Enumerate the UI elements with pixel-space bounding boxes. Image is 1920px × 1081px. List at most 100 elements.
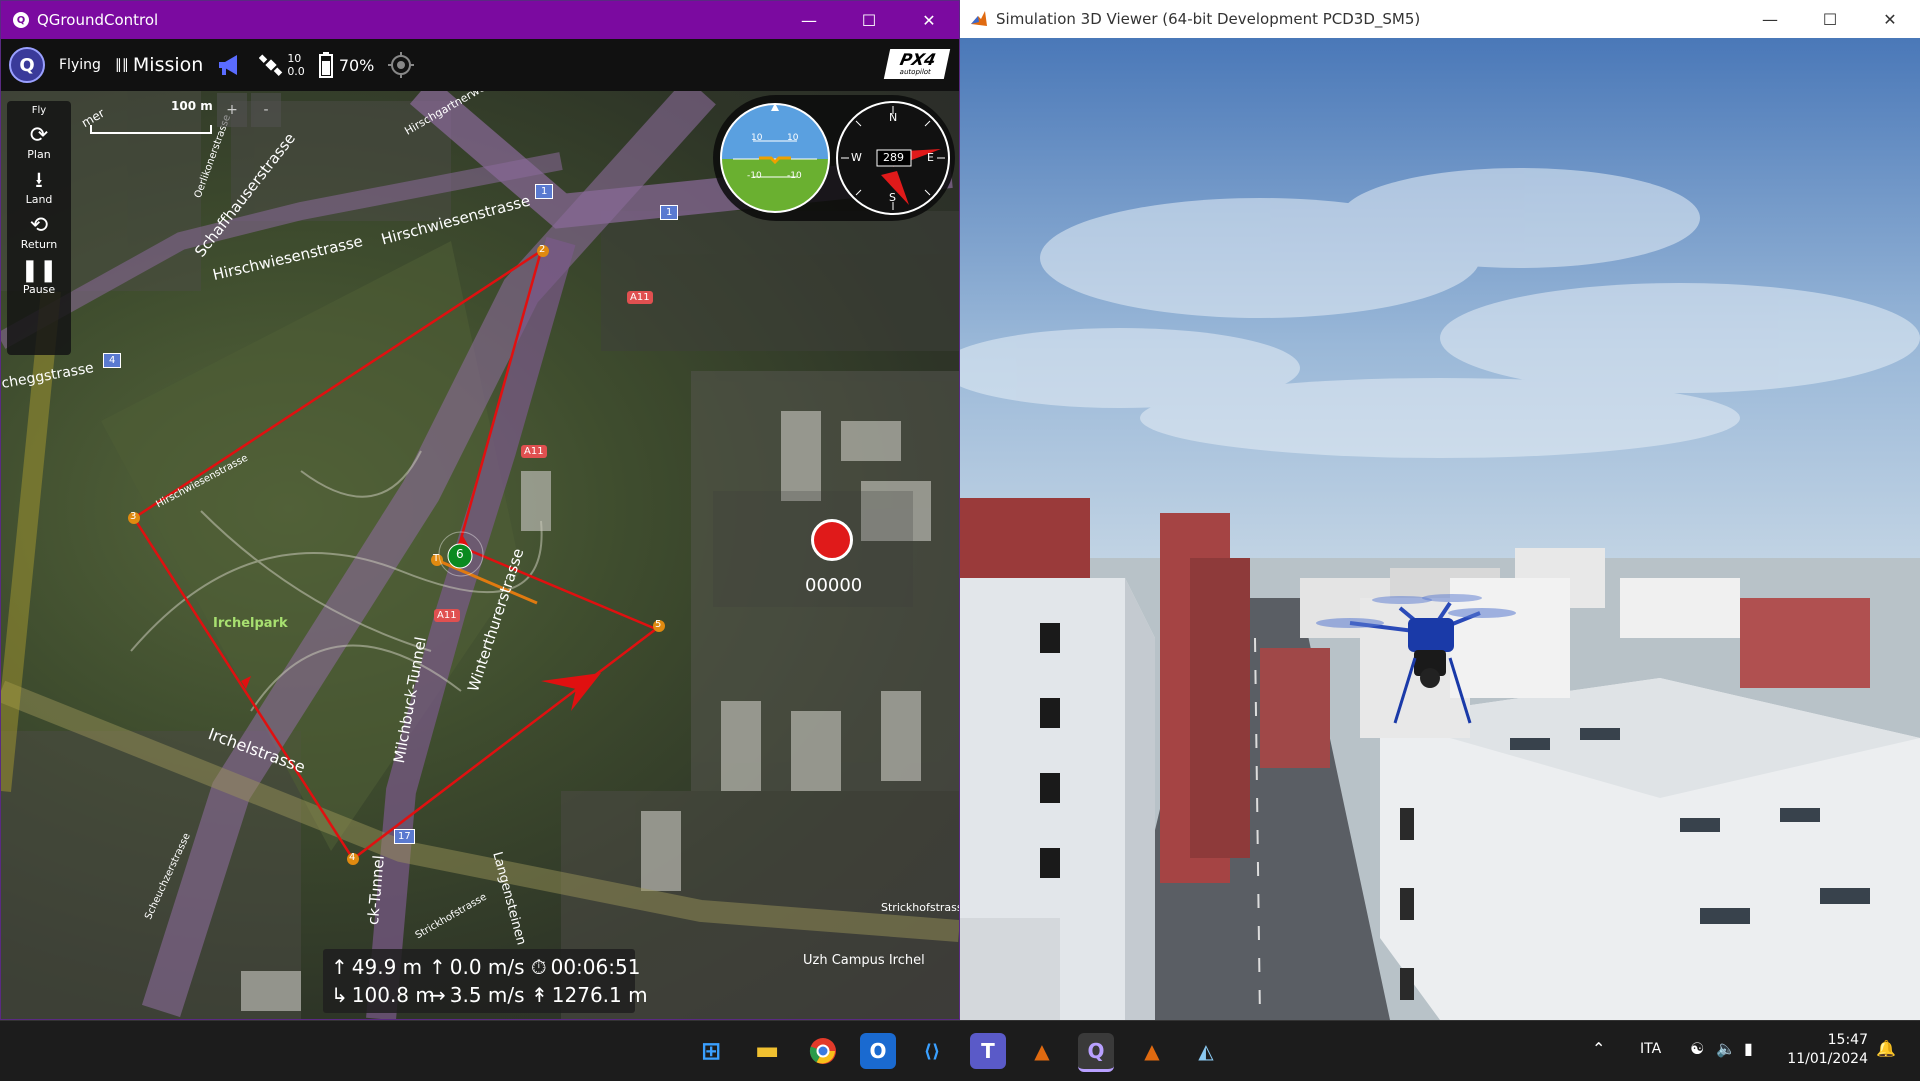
plan-icon: ⟳: [29, 123, 49, 148]
map-label: Uzh Campus Irchel: [803, 953, 925, 968]
matlab-icon: [971, 11, 987, 26]
messages-button[interactable]: [217, 53, 245, 77]
hspeed-value: → 3.5 m/s: [429, 983, 525, 1007]
qgc-titlebar[interactable]: Q QGroundControl — ☐ ✕: [1, 1, 959, 39]
compass-w: W: [851, 151, 862, 164]
file-explorer-icon[interactable]: ▬: [749, 1033, 785, 1069]
road-shield: A11: [627, 291, 653, 304]
speaker-icon[interactable]: 🔈: [1716, 1039, 1736, 1058]
maximize-button[interactable]: ☐: [1800, 0, 1860, 38]
minimize-button[interactable]: —: [779, 1, 839, 39]
compass-n: N: [889, 111, 898, 124]
resource-monitor-icon[interactable]: ◭: [1188, 1033, 1224, 1069]
sim-titlebar[interactable]: Simulation 3D Viewer (64-bit Development…: [960, 0, 1920, 39]
notification-bell-icon[interactable]: 🔔: [1876, 1039, 1896, 1058]
return-label: Return: [20, 238, 58, 251]
mission-icon: ∥∥: [114, 57, 129, 73]
map-label: 100 m: [171, 99, 213, 113]
record-counter: 00000: [805, 575, 863, 596]
distance-text: 100.8 m: [351, 983, 435, 1007]
clock-date: 11/01/2024: [1787, 1051, 1868, 1067]
fly-tool[interactable]: Fly: [32, 105, 46, 116]
flight-time-text: 00:06:51: [550, 955, 641, 979]
3d-scene[interactable]: [960, 38, 1920, 1020]
maximize-button[interactable]: ☐: [839, 1, 899, 39]
plan-label: Plan: [27, 148, 51, 161]
teams-icon[interactable]: T: [970, 1033, 1006, 1069]
satellite-icon: [259, 54, 283, 76]
gps-satellite-count: 10: [287, 52, 302, 65]
flight-status[interactable]: Flying: [59, 57, 101, 73]
flight-time-value: ⏱ 00:06:51: [531, 955, 641, 979]
matlab-taskbar-icon[interactable]: ▲: [1024, 1033, 1060, 1069]
gps-indicator[interactable]: 10 0.0: [259, 52, 305, 78]
gps-hdop: 0.0: [287, 65, 305, 78]
system-clock[interactable]: 15:47 11/01/2024: [1787, 1031, 1868, 1069]
outlook-icon[interactable]: O: [860, 1033, 896, 1069]
land-icon: ⭳: [35, 168, 43, 193]
pause-tool[interactable]: ❚❚ Pause: [21, 259, 58, 297]
chevron-up-icon[interactable]: ⌃: [1592, 1039, 1605, 1058]
chrome-icon[interactable]: [805, 1033, 841, 1069]
battery-indicator[interactable]: 70%: [318, 52, 374, 78]
map-label: Irchelpark: [213, 616, 288, 631]
close-button[interactable]: ✕: [899, 1, 959, 39]
minimize-button[interactable]: —: [1740, 0, 1800, 38]
dist-home-text: 1276.1 m: [551, 983, 648, 1007]
qgc-menu-button[interactable]: Q: [9, 47, 45, 83]
land-tool[interactable]: ⭳ Land: [26, 168, 53, 207]
telemetry-panel[interactable]: ↑ 49.9 m ↑ 0.0 m/s ⏱ 00:06:51 ↳ 100.8 m → 3.5…: [323, 949, 648, 1013]
road-shield: 1: [535, 184, 554, 199]
pitch-label-down-left: -10: [747, 171, 762, 181]
fly-toolbar: Fly ⟳ Plan ⭳ Land ⟲ Return ❚❚ Pause: [7, 101, 71, 355]
road-shield: A11: [434, 609, 460, 622]
qgc-app-icon: Q: [13, 12, 29, 28]
compass-s: S: [889, 191, 896, 204]
waypoint-3[interactable]: 3: [130, 511, 136, 522]
return-icon: ⟲: [29, 213, 49, 238]
3d-scene-render: [960, 38, 1920, 1020]
waypoint-2[interactable]: 2: [539, 244, 545, 255]
takeoff-marker[interactable]: T: [433, 553, 439, 564]
map-label: Strickhofstrass: [881, 901, 959, 914]
start-button[interactable]: ⊞: [693, 1033, 729, 1069]
megaphone-icon: [219, 55, 238, 75]
satellite-map[interactable]: 2 3 4 5 6 T 100 m mer Hirschgartnerweg S…: [1, 91, 959, 1019]
plan-tool[interactable]: ⟳ Plan: [27, 123, 51, 162]
waypoint-4[interactable]: 4: [349, 852, 355, 863]
attitude-compass-svg: [720, 101, 950, 215]
zoom-out-button[interactable]: -: [251, 93, 281, 127]
return-tool[interactable]: ⟲ Return: [20, 213, 58, 252]
flight-mode-selector[interactable]: ∥∥ Mission: [115, 54, 203, 76]
road-shield: 1: [660, 205, 679, 220]
chrome-logo: [809, 1038, 836, 1064]
qgc-main-toolbar: Q Flying ∥∥ Mission 10 0.0 70% PX4 autop…: [1, 39, 959, 91]
heading-value: 289: [883, 151, 904, 164]
pitch-label-up-left: 10: [751, 133, 763, 143]
compass-e: E: [927, 151, 934, 164]
pitch-label-down-right: -10: [787, 171, 802, 181]
pause-label: Pause: [22, 283, 56, 296]
qgc-window-title: QGroundControl: [37, 11, 159, 29]
language-indicator[interactable]: ITA: [1640, 1041, 1661, 1057]
qgroundcontrol-taskbar-icon[interactable]: Q: [1078, 1033, 1114, 1072]
qgroundcontrol-window: Q QGroundControl — ☐ ✕ Q Flying ∥∥ Missi…: [0, 0, 960, 1020]
road-shield: 17: [394, 829, 415, 844]
vspeed-text: 0.0 m/s: [449, 955, 525, 979]
flight-mode-label: Mission: [132, 54, 204, 76]
distance-value: ↳ 100.8 m: [331, 983, 435, 1007]
close-button[interactable]: ✕: [1860, 0, 1920, 38]
waypoint-5[interactable]: 5: [655, 619, 661, 630]
dist-home-value: ↟ 1276.1 m: [531, 983, 648, 1007]
record-button[interactable]: [811, 519, 853, 561]
video-overlay: 00000: [713, 491, 913, 607]
zoom-in-button[interactable]: +: [217, 93, 247, 127]
fly-label: Fly: [31, 105, 47, 116]
matlab-taskbar-icon-2[interactable]: ▲: [1134, 1033, 1170, 1069]
waypoint-6[interactable]: 6: [456, 547, 464, 561]
road-shield: A11: [521, 445, 547, 458]
rc-rssi-indicator[interactable]: [388, 52, 415, 78]
wifi-icon[interactable]: ☯: [1690, 1039, 1704, 1058]
battery-tray-icon[interactable]: ▮: [1744, 1039, 1753, 1058]
vscode-icon[interactable]: ⟨⟩: [914, 1033, 950, 1069]
